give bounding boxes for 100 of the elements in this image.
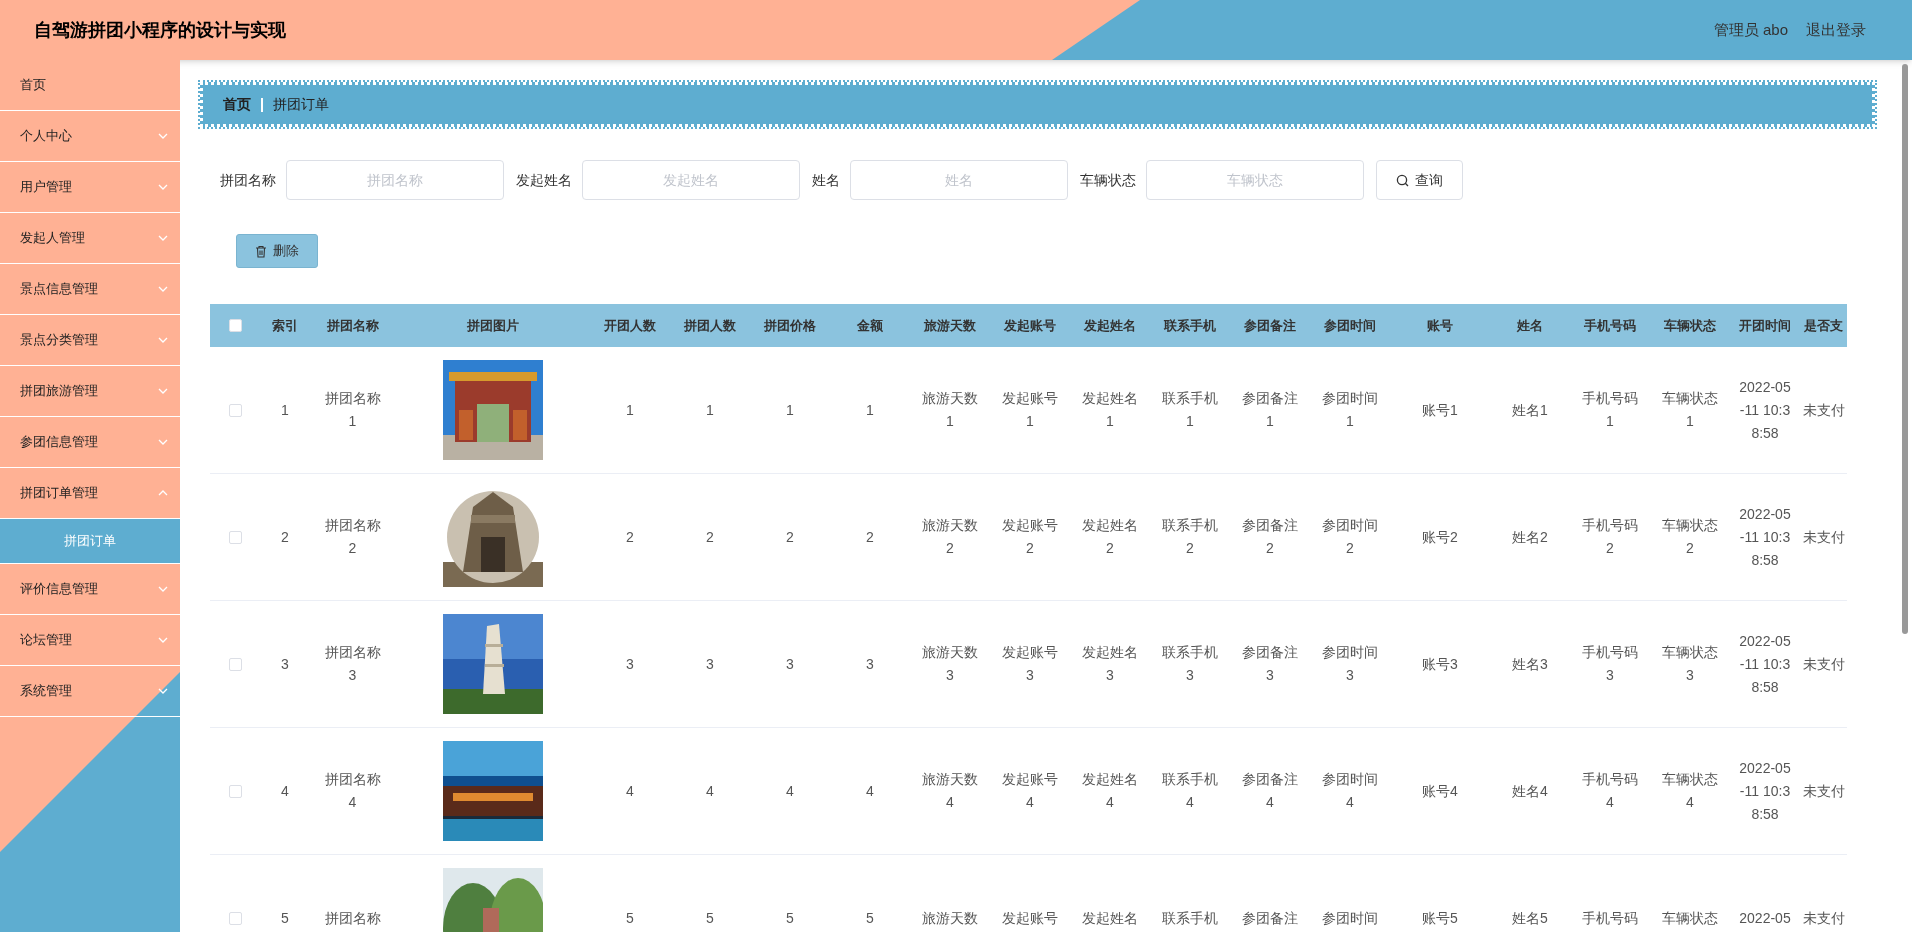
table-cell-text: 参团时间2 [1321, 516, 1379, 558]
table-cell-text: 发起账号1 [1001, 389, 1059, 431]
checkbox[interactable] [228, 657, 242, 671]
chevron-icon [158, 235, 168, 241]
table-cell-text: 2022-05-11 10:38:58 [1738, 631, 1792, 697]
table-cell-text: 发起账号2 [1001, 516, 1059, 558]
table-cell-text: 姓名3 [1512, 654, 1548, 674]
sidebar-item[interactable]: 首页 [0, 60, 180, 111]
table-cell-text: 参团时间3 [1321, 643, 1379, 685]
table-cell-text: 姓名4 [1512, 781, 1548, 801]
logout-link[interactable]: 退出登录 [1806, 18, 1866, 42]
table-cell-text: 2022-05-11 10:38:58 [1738, 504, 1792, 570]
table-cell-text: 参团时间 [1322, 908, 1378, 928]
table-cell-text: 参团备注 [1242, 908, 1298, 928]
sidebar-item[interactable]: 系统管理 [0, 666, 180, 717]
column-header: 参团备注 [1244, 316, 1296, 335]
sidebar-item[interactable]: 评价信息管理 [0, 564, 180, 615]
chevron-icon [158, 133, 168, 139]
column-header: 旅游天数 [924, 316, 976, 335]
table-cell-text: 2022-05-11 10:38:58 [1738, 377, 1792, 443]
search-field[interactable]: 发起姓名 [582, 160, 800, 200]
table-cell-text: 姓名1 [1512, 400, 1548, 420]
table-cell-text: 发起账号4 [1001, 770, 1059, 812]
table-cell-text: 旅游天数 [922, 908, 978, 928]
table-cell-text: 2 [706, 527, 714, 547]
table-cell-text: 发起姓名1 [1081, 389, 1139, 431]
app-title: 自驾游拼团小程序的设计与实现 [34, 18, 286, 42]
column-header: 索引 [272, 316, 298, 335]
delete-button[interactable]: 删除 [236, 234, 318, 268]
table-cell-text: 手机号码3 [1581, 643, 1639, 685]
search-field[interactable]: 姓名 [850, 160, 1068, 200]
breadcrumb-link[interactable]: 拼团订单 [273, 94, 329, 115]
sidebar-item[interactable]: 景点分类管理 [0, 315, 180, 366]
table-cell-text: 未支付 [1802, 654, 1845, 674]
table-cell-text: 参团时间1 [1321, 389, 1379, 431]
field-label: 拼团名称 [220, 170, 276, 190]
table-cell-text: 旅游天数4 [921, 770, 979, 812]
column-header: 联系手机 [1164, 316, 1216, 335]
search-field[interactable]: 拼团名称 [286, 160, 504, 200]
table-cell-text: 3 [786, 654, 794, 674]
checkbox[interactable] [228, 530, 242, 544]
table-cell-text: 未支付 [1802, 781, 1845, 801]
sidebar-item[interactable]: 个人中心 [0, 111, 180, 162]
table-cell-text: 账号2 [1422, 527, 1458, 547]
column-header: 发起姓名 [1084, 316, 1136, 335]
field-label: 车辆状态 [1080, 170, 1136, 190]
sidebar-item[interactable]: 拼团旅游管理 [0, 366, 180, 417]
field-label: 姓名 [812, 170, 840, 190]
table-cell-text: 拼团名称4 [323, 770, 382, 812]
table-cell-text: 3 [866, 654, 874, 674]
table-cell-text: 未支付 [1802, 908, 1845, 928]
trash-icon [255, 244, 267, 258]
table-cell-text: 4 [866, 781, 874, 801]
table-cell-text: 3 [281, 654, 289, 674]
table-cell-text: 联系手机 [1162, 908, 1218, 928]
table-cell-text: 账号4 [1422, 781, 1458, 801]
table-cell-text: 5 [281, 908, 289, 928]
table-cell-text: 5 [786, 908, 794, 928]
table-cell-text: 车辆状态1 [1661, 389, 1719, 431]
checkbox[interactable] [228, 319, 242, 332]
sidebar-item[interactable]: 参团信息管理 [0, 417, 180, 468]
sidebar-item[interactable]: 景点信息管理 [0, 264, 180, 315]
table-cell-text: 未支付 [1802, 527, 1845, 547]
table-cell-text: 4 [786, 781, 794, 801]
table-cell-text: 拼团名称1 [323, 389, 382, 431]
table-cell-text: 4 [626, 781, 634, 801]
table-cell-text: 旅游天数2 [921, 516, 979, 558]
field-label: 发起姓名 [516, 170, 572, 190]
column-header: 发起账号 [1004, 316, 1056, 335]
table-cell-text: 3 [706, 654, 714, 674]
column-header: 金额 [857, 316, 883, 335]
table-cell-text: 3 [626, 654, 634, 674]
table-cell-text: 2 [281, 527, 289, 547]
checkbox[interactable] [228, 784, 242, 798]
chevron-icon [158, 286, 168, 292]
table-cell-text: 账号5 [1422, 908, 1458, 928]
table-cell-text: 2022-05 [1738, 908, 1792, 928]
sidebar-item[interactable]: 发起人管理 [0, 213, 180, 264]
table-cell-text: 车辆状态3 [1661, 643, 1719, 685]
sidebar-item[interactable]: 用户管理 [0, 162, 180, 213]
table-cell-text: 发起姓名4 [1081, 770, 1139, 812]
column-header: 开团时间 [1739, 316, 1791, 335]
table-cell-text: 账号3 [1422, 654, 1458, 674]
table-cell-text: 2 [786, 527, 794, 547]
search-field[interactable]: 车辆状态 [1146, 160, 1364, 200]
breadcrumb-link[interactable]: 首页 [223, 94, 251, 115]
checkbox[interactable] [228, 911, 242, 925]
table-cell-text: 1 [706, 400, 714, 420]
column-header: 手机号码 [1584, 316, 1636, 335]
table-cell-text: 旅游天数3 [921, 643, 979, 685]
checkbox[interactable] [228, 403, 242, 417]
table-cell-text: 发起账号 [1002, 908, 1058, 928]
sidebar-item[interactable]: 论坛管理 [0, 615, 180, 666]
table-cell-text: 手机号码2 [1581, 516, 1639, 558]
table-cell-text: 姓名5 [1512, 908, 1548, 928]
table-cell-text: 发起账号3 [1001, 643, 1059, 685]
table-cell-text: 参团时间4 [1321, 770, 1379, 812]
chevron-icon [158, 637, 168, 643]
table-cell-text: 1 [281, 400, 289, 420]
search-button[interactable]: 查询 [1376, 160, 1463, 200]
